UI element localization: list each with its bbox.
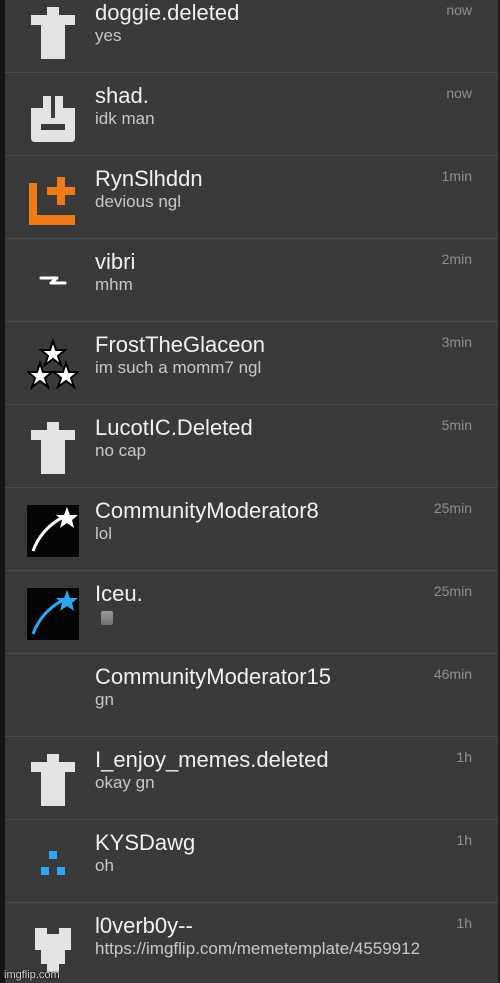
conversation-name: KYSDawg [95, 830, 196, 855]
deleted-user-icon [27, 422, 79, 474]
conversation-row-communitymoderator15[interactable]: CommunityModerator15 gn 46min [5, 654, 498, 737]
conversation-message: gn [95, 690, 114, 709]
conversation-time: 1h [456, 749, 472, 765]
conversation-message: yes [95, 26, 122, 45]
conversation-time: 1min [441, 168, 472, 184]
conversation-time: 25min [433, 583, 472, 599]
conversation-row-iceu[interactable]: Iceu. 25min [5, 571, 498, 654]
conversation-name: FrostTheGlaceon [95, 332, 265, 357]
conversation-message: no cap [95, 441, 147, 460]
orange-plus-box-icon [27, 173, 79, 225]
conversation-row-i-enjoy-memes-deleted[interactable]: I_enjoy_memes.deleted okay gn 1h [5, 737, 498, 820]
conversation-row-l0verb0y[interactable]: l0verb0y-- https://imgflip.com/memetempl… [5, 903, 498, 983]
conversation-name: LucotIC.Deleted [95, 415, 253, 440]
conversation-message [95, 607, 475, 627]
conversation-name: CommunityModerator15 [95, 664, 331, 689]
three-stars-icon [27, 339, 79, 391]
conversation-time: 46min [433, 666, 472, 682]
conversation-message: https://imgflip.com/memetemplate/4559912 [95, 939, 421, 958]
conversation-time: now [446, 2, 472, 18]
conversation-name: I_enjoy_memes.deleted [95, 747, 329, 772]
conversation-list: doggie.deleted yes now shad. idk man now [5, 0, 498, 983]
conversation-row-lucotic-deleted[interactable]: LucotIC.Deleted no cap 5min [5, 405, 498, 488]
lightning-squiggle-icon [27, 256, 79, 308]
conversation-name: CommunityModerator8 [95, 498, 319, 523]
conversation-name: doggie.deleted [95, 0, 240, 25]
heart-shape-icon [27, 920, 79, 972]
conversation-panel: doggie.deleted yes now shad. idk man now [0, 0, 500, 983]
conversation-time: now [446, 85, 472, 101]
watermark: imgflip.com [4, 969, 60, 981]
conversation-message: mhm [95, 275, 133, 294]
conversation-name: RynSlhddn [95, 166, 203, 191]
conversation-row-doggie-deleted[interactable]: doggie.deleted yes now [5, 0, 498, 73]
conversation-message: im such a momm7 ngl [95, 358, 262, 377]
conversation-row-shad[interactable]: shad. idk man now [5, 73, 498, 156]
shooting-star-white-icon [27, 505, 79, 557]
conversation-time: 1h [456, 915, 472, 931]
conversation-name: l0verb0y-- [95, 913, 193, 938]
conversation-row-vibri[interactable]: vibri mhm 2min [5, 239, 498, 322]
conversation-row-communitymoderator8[interactable]: CommunityModerator8 lol 25min [5, 488, 498, 571]
conversation-name: vibri [95, 249, 136, 274]
conversation-message: oh [95, 856, 114, 875]
conversation-message: idk man [95, 109, 155, 128]
conversation-row-kysdawg[interactable]: KYSDawg oh 1h [5, 820, 498, 903]
conversation-name: Iceu. [95, 581, 143, 606]
conversation-time: 1h [456, 832, 472, 848]
conversation-message: devious ngl [95, 192, 182, 211]
conversation-row-rynslhddn[interactable]: RynSlhddn devious ngl 1min [5, 156, 498, 239]
deleted-user-icon [27, 754, 79, 806]
conversation-time: 5min [441, 417, 472, 433]
shooting-star-blue-icon [27, 588, 79, 640]
deleted-user-icon [27, 7, 79, 59]
conversation-time: 25min [433, 500, 472, 516]
conversation-time: 2min [441, 251, 472, 267]
emoji-icon [101, 610, 113, 625]
conversation-row-frosttheglaceon[interactable]: FrostTheGlaceon im such a momm7 ngl 3min [5, 322, 498, 405]
conversation-message: okay gn [95, 773, 155, 792]
conversation-message: lol [95, 524, 113, 543]
blue-dots-icon [27, 837, 79, 889]
bag-icon [27, 90, 79, 142]
conversation-time: 3min [441, 334, 472, 350]
conversation-name: shad. [95, 83, 149, 108]
